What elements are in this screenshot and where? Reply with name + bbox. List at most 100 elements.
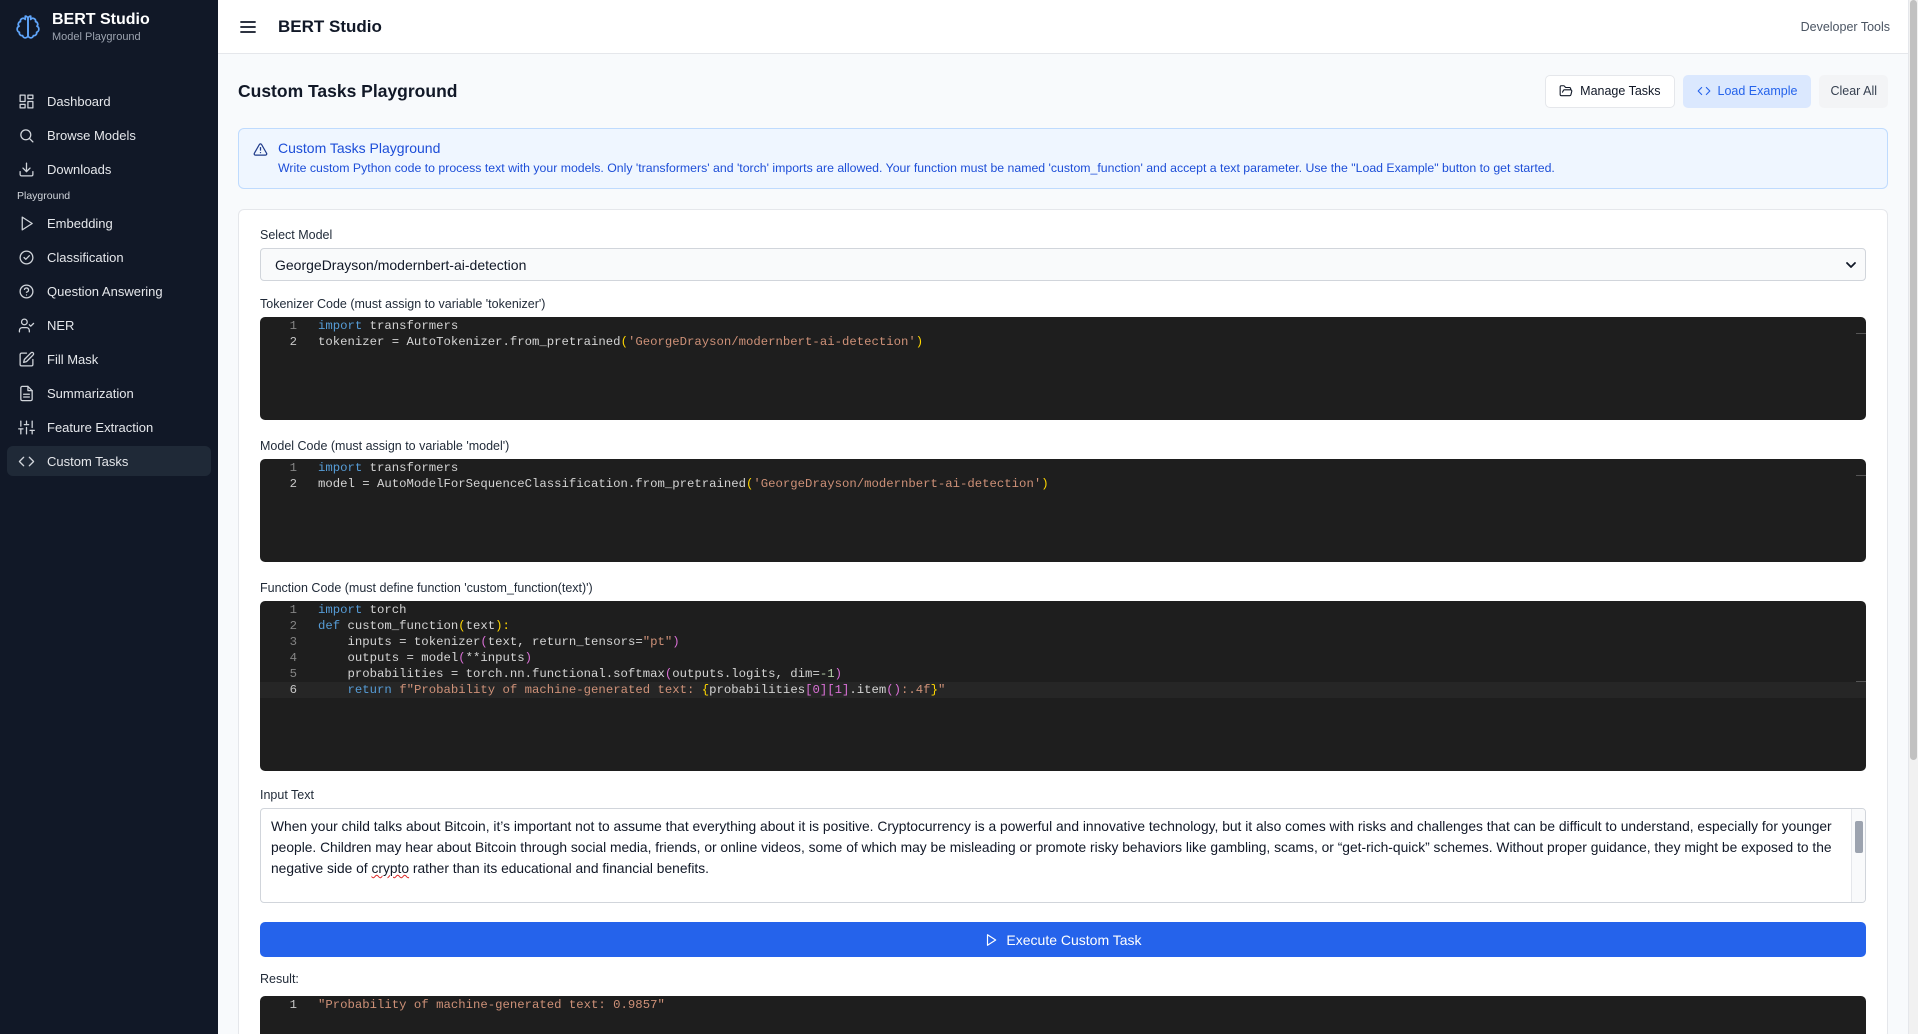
play-icon: [21, 215, 33, 231]
clear-all-button[interactable]: Clear All: [1819, 74, 1888, 108]
code-token: f"Probability of machine-generated text:: [391, 683, 702, 697]
model-code-label: Model Code (must assign to variable 'mod…: [260, 439, 510, 453]
input-text-label: Input Text: [260, 788, 314, 802]
sidebar-item-feature-extraction[interactable]: Feature Extraction: [7, 412, 211, 442]
brain-icon: [14, 13, 42, 41]
code-token: text: [465, 619, 496, 633]
code-line: 4 outputs = model(**inputs): [260, 650, 1866, 666]
misspelled-word: crypto: [371, 861, 410, 876]
code-token: transformers: [362, 319, 459, 333]
code-token: model = AutoModelForSequenceClassificati…: [318, 477, 747, 491]
code-token: }: [930, 683, 938, 697]
sidebar-item-classification[interactable]: Classification: [7, 242, 211, 272]
page-scroll-thumb[interactable]: [1910, 0, 1917, 760]
code-token: [1]: [827, 683, 850, 697]
editor-overview-ruler: [1856, 333, 1866, 334]
play-icon: [987, 933, 997, 946]
input-text-scrollbar[interactable]: [1851, 809, 1865, 902]
sidebar-item-summarization[interactable]: Summarization: [7, 378, 211, 408]
code-token: (): [886, 683, 902, 697]
sidebar-item-embedding[interactable]: Embedding: [7, 208, 211, 238]
folder-open-icon: [1559, 85, 1573, 97]
code-token: -1: [819, 667, 835, 681]
code-token: ): [1041, 477, 1049, 491]
model-code-editor[interactable]: 1 import transformers 2 model = AutoMode…: [260, 459, 1866, 562]
search-icon: [20, 128, 34, 143]
line-number: 5: [289, 667, 297, 681]
download-icon: [19, 161, 34, 177]
sidebar-item-ner[interactable]: NER: [7, 310, 211, 340]
load-example-button[interactable]: Load Example: [1682, 74, 1812, 108]
select-model-label: Select Model: [260, 228, 333, 242]
developer-tools-link[interactable]: Developer Tools: [1801, 20, 1890, 34]
code-token: ): [834, 667, 842, 681]
code-token: outputs.logits, dim=: [672, 667, 820, 681]
sidebar-item-label: Dashboard: [47, 93, 111, 109]
input-text-area[interactable]: When your child talks about Bitcoin, it’…: [260, 808, 1866, 903]
sidebar-item-browse-models[interactable]: Browse Models: [7, 120, 211, 150]
header-actions: Manage Tasks Load Example Clear All: [1545, 74, 1888, 108]
code-token: .item: [849, 683, 887, 697]
sidebar-item-dashboard[interactable]: Dashboard: [7, 86, 211, 116]
sidebar-item-downloads[interactable]: Downloads: [7, 154, 211, 184]
line-number: 1: [289, 998, 297, 1012]
code-token: return: [347, 683, 392, 697]
tokenizer-code-editor[interactable]: 1 import transformers 2 tokenizer = Auto…: [260, 317, 1866, 420]
alert-title: Custom Tasks Playground: [278, 140, 441, 156]
model-select[interactable]: GeorgeDrayson/modernbert-ai-detection: [260, 248, 1866, 281]
help-circle-icon: [19, 283, 34, 299]
line-number: 1: [289, 461, 297, 475]
code-line: 2 model = AutoModelForSequenceClassifica…: [260, 476, 1866, 492]
brand-title: BERT Studio: [52, 11, 150, 28]
line-number: 1: [289, 603, 297, 617]
sidebar-item-label: Embedding: [47, 215, 113, 231]
model-select-value: GeorgeDrayson/modernbert-ai-detection: [275, 256, 527, 273]
editor-overview-ruler: [1856, 681, 1866, 682]
code-token: 'GeorgeDrayson/modernbert-ai-detection': [627, 335, 916, 349]
line-number: 1: [289, 319, 297, 333]
sidebar-item-fill-mask[interactable]: Fill Mask: [7, 344, 211, 374]
result-value: "Probability of machine-generated text: …: [318, 998, 665, 1012]
brand[interactable]: BERT Studio Model Playground: [0, 0, 218, 54]
edit-icon: [19, 351, 35, 367]
code-token: transformers: [362, 461, 459, 475]
code-line: 5 probabilities = torch.nn.functional.so…: [260, 666, 1866, 682]
code-line: 1 "Probability of machine-generated text…: [260, 997, 1866, 1013]
code-line: 1 import transformers: [260, 318, 1866, 334]
sidebar-item-label: Browse Models: [47, 127, 136, 143]
load-example-label: Load Example: [1717, 84, 1798, 98]
sidebar-item-label: Custom Tasks: [47, 453, 129, 469]
code-token: torch: [362, 603, 407, 617]
tokenizer-code-label: Tokenizer Code (must assign to variable …: [260, 297, 546, 311]
sidebar-section-playground: Playground: [17, 190, 71, 202]
code-token: :.4f: [901, 683, 931, 697]
code-token: inputs = tokenizer: [318, 635, 481, 649]
grid-icon: [19, 93, 34, 109]
editor-overview-ruler: [1856, 475, 1866, 476]
code-token: ": [937, 683, 946, 697]
code-line: 2 tokenizer = AutoTokenizer.from_pretrai…: [260, 334, 1866, 350]
sidebar-item-question-answering[interactable]: Question Answering: [7, 276, 211, 306]
code-token: outputs = model: [318, 651, 459, 665]
line-number: 2: [289, 619, 297, 633]
execute-custom-task-button[interactable]: Execute Custom Task: [260, 922, 1866, 957]
page-header: Custom Tasks Playground Manage Tasks Loa…: [238, 54, 1888, 128]
input-text-scroll-thumb[interactable]: [1855, 821, 1863, 853]
code-line: 3 inputs = tokenizer(text, return_tensor…: [260, 634, 1866, 650]
code-icon: [1697, 86, 1710, 96]
sidebar-item-label: Downloads: [47, 161, 112, 177]
sidebar: BERT Studio Model Playground Dashboard B…: [0, 0, 218, 1034]
line-number: 3: [289, 635, 297, 649]
function-code-editor[interactable]: 1 import torch 2 def custom_function(tex…: [260, 601, 1866, 771]
code-token: probabilities = torch.nn.functional.soft…: [318, 667, 665, 681]
menu-icon[interactable]: [240, 17, 260, 37]
sidebar-item-custom-tasks[interactable]: Custom Tasks: [7, 446, 211, 476]
manage-tasks-button[interactable]: Manage Tasks: [1545, 74, 1675, 108]
code-token: ): [672, 635, 680, 649]
chevron-down-icon: [1846, 262, 1856, 268]
line-number: 2: [289, 477, 297, 491]
topbar-title: BERT Studio: [278, 16, 382, 36]
page-scrollbar[interactable]: [1908, 0, 1918, 1034]
code-token: (: [458, 651, 466, 665]
